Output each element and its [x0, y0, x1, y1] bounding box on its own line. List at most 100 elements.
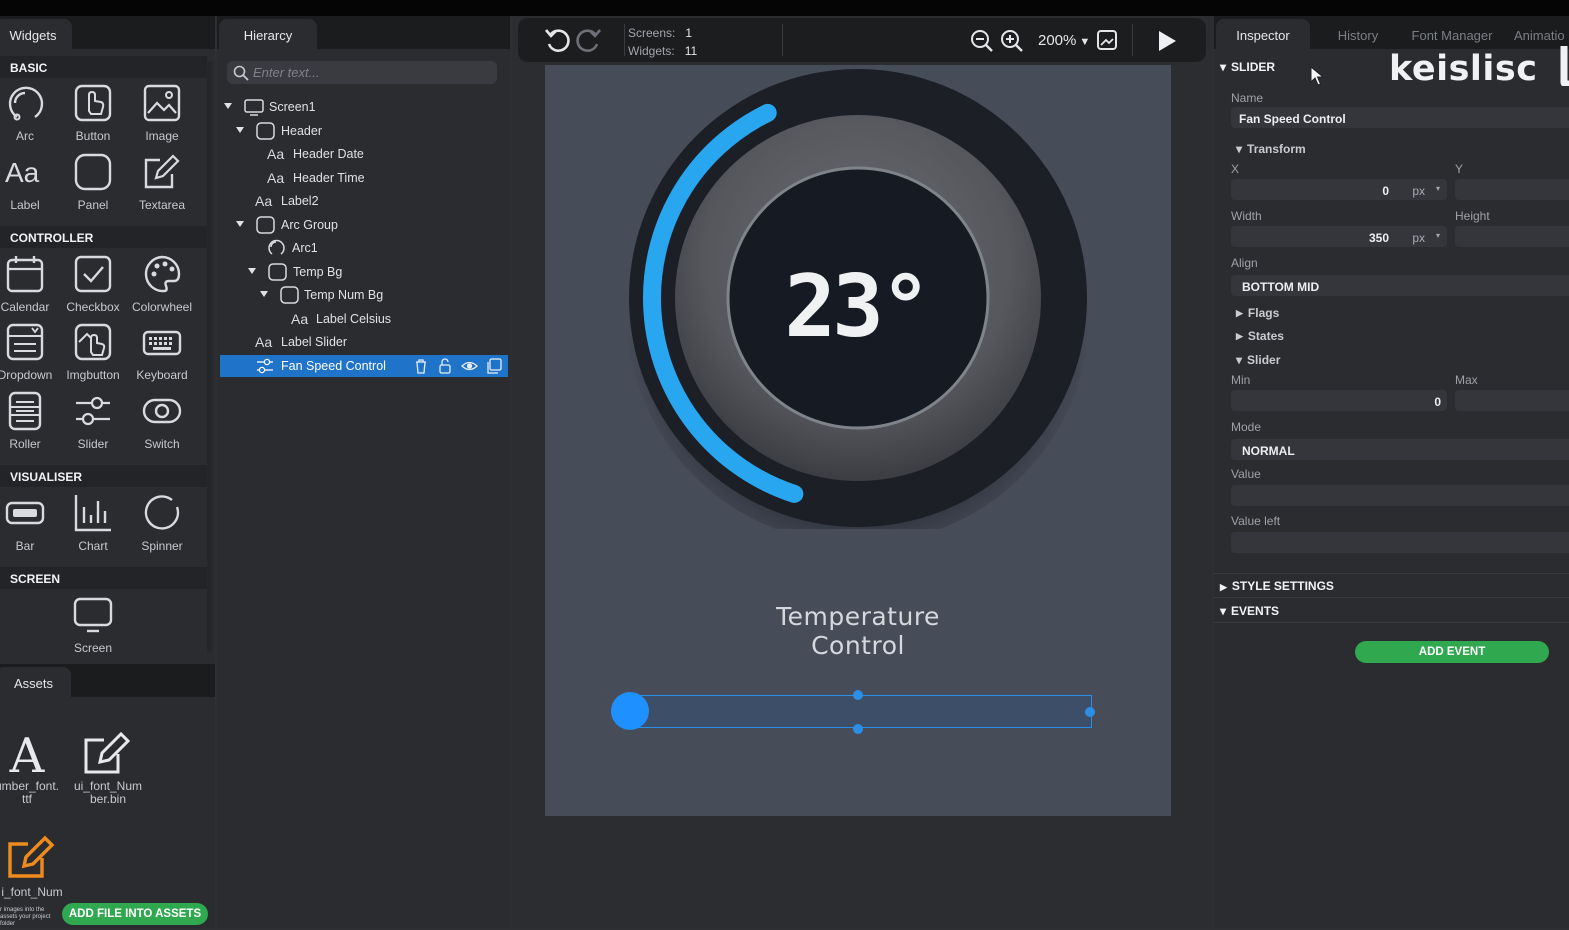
undo-icon[interactable]: [544, 27, 572, 53]
tree-item-screen1[interactable]: Screen1: [220, 96, 508, 118]
eye-icon[interactable]: [461, 358, 478, 374]
add-file-button[interactable]: ADD FILE INTO ASSETS: [62, 903, 208, 925]
svg-text:Aa: Aa: [291, 311, 308, 327]
zoom-out-icon[interactable]: [970, 29, 994, 53]
widget-colorwheel[interactable]: Colorwheel: [129, 254, 195, 314]
widget-label[interactable]: Aa Label: [0, 152, 58, 212]
mode-select[interactable]: NORMAL: [1231, 439, 1569, 460]
unlock-icon[interactable]: [437, 358, 453, 374]
widget-panel[interactable]: Panel: [60, 152, 126, 212]
widget-slider[interactable]: Slider: [60, 391, 126, 451]
resize-handle-bottom[interactable]: [853, 724, 863, 734]
search-input[interactable]: [253, 63, 489, 82]
asset-font-ttf[interactable]: A umber_font. ttf: [0, 728, 67, 806]
chevron-down-icon[interactable]: ▾: [1436, 184, 1440, 193]
tab-assets[interactable]: Assets: [0, 667, 71, 697]
caret-down-icon[interactable]: [223, 101, 233, 111]
play-icon[interactable]: [1156, 29, 1178, 53]
label-slider: Temperature Control: [545, 602, 1171, 660]
min-field[interactable]: 0: [1231, 390, 1447, 411]
caret-down-icon: ▾: [1236, 142, 1243, 156]
widget-image[interactable]: Image: [129, 83, 195, 143]
hierarchy-tabstrip: Hierarcy: [217, 16, 510, 49]
width-value: 350: [1368, 231, 1389, 245]
value-left-field[interactable]: [1231, 532, 1569, 553]
hierarchy-search[interactable]: [227, 61, 497, 84]
height-field[interactable]: [1455, 226, 1569, 247]
tab-widgets[interactable]: Widgets: [0, 19, 72, 49]
tab-history[interactable]: History: [1318, 19, 1398, 49]
tree-item-label-slider[interactable]: Aa Label Slider: [220, 331, 508, 353]
widget-textarea[interactable]: Textarea: [129, 152, 195, 212]
flags-group[interactable]: ▶ Flags: [1236, 306, 1279, 320]
checkbox-icon: [74, 255, 112, 293]
y-field[interactable]: [1455, 179, 1569, 200]
section-events[interactable]: ▾ EVENTS: [1220, 604, 1279, 618]
widget-chart[interactable]: Chart: [60, 493, 126, 553]
section-slider[interactable]: ▾ SLIDER: [1220, 60, 1275, 74]
imgbutton-icon: [74, 323, 112, 361]
chevron-down-icon[interactable]: ▾: [1436, 231, 1440, 240]
caret-down-icon[interactable]: [247, 266, 257, 276]
widget-calendar[interactable]: Calendar: [0, 254, 58, 314]
widget-bar[interactable]: Bar: [0, 493, 58, 553]
trash-icon[interactable]: [413, 358, 429, 374]
max-field[interactable]: [1455, 390, 1569, 411]
widget-roller[interactable]: Roller: [0, 391, 58, 451]
widget-button[interactable]: Button: [60, 83, 126, 143]
duplicate-icon[interactable]: [486, 358, 502, 374]
tree-item-arc1[interactable]: Arc1: [220, 237, 508, 259]
slider-group[interactable]: ▾ Slider: [1236, 353, 1280, 367]
tree-item-label2[interactable]: Aa Label2: [220, 190, 508, 212]
zoom-in-icon[interactable]: [1000, 29, 1024, 53]
widgets-scrollbar[interactable]: [207, 61, 212, 653]
states-group[interactable]: ▶ States: [1236, 329, 1284, 343]
caret-down-icon[interactable]: [235, 219, 245, 229]
tree-item-temp-num-bg[interactable]: Temp Num Bg: [220, 284, 508, 306]
slider-knob[interactable]: [611, 692, 649, 730]
transform-group[interactable]: ▾ Transform: [1236, 142, 1306, 156]
redo-icon[interactable]: [574, 27, 602, 53]
widget-spinner[interactable]: Spinner: [129, 493, 195, 553]
tree-item-fan-speed-control[interactable]: Fan Speed Control: [220, 355, 508, 377]
width-field[interactable]: 350 px ▾: [1231, 226, 1447, 247]
add-event-button[interactable]: ADD EVENT: [1355, 641, 1549, 663]
caret-down-icon[interactable]: [259, 289, 269, 299]
widget-arc[interactable]: Arc: [0, 83, 58, 143]
resize-handle-top[interactable]: [853, 690, 863, 700]
x-unit[interactable]: px: [1412, 184, 1425, 198]
widget-keyboard[interactable]: Keyboard: [129, 322, 195, 382]
resize-handle-right[interactable]: [1085, 707, 1095, 717]
tree-item-header-date[interactable]: Aa Header Date: [220, 143, 508, 165]
asset-font-bin-name2: ber.bin: [89, 792, 127, 806]
edit-file-orange-icon: [8, 835, 55, 878]
widget-screen[interactable]: Screen: [60, 595, 126, 655]
tab-hierarchy[interactable]: Hierarcy: [219, 19, 317, 49]
fit-screen-icon[interactable]: [1096, 29, 1118, 51]
widget-switch[interactable]: Switch: [129, 391, 195, 451]
caret-down-icon[interactable]: [235, 125, 245, 135]
section-basic: BASIC: [0, 56, 207, 78]
widget-imgbutton[interactable]: Imgbutton: [60, 322, 126, 382]
tree-item-header[interactable]: Header: [220, 120, 508, 142]
widget-dropdown[interactable]: Dropdown: [0, 322, 58, 382]
tab-inspector[interactable]: Inspector: [1216, 19, 1310, 49]
width-unit[interactable]: px: [1412, 231, 1425, 245]
arc-group[interactable]: 23°: [627, 67, 1089, 529]
align-select[interactable]: BOTTOM MID: [1231, 275, 1569, 296]
tree-item-temp-bg[interactable]: Temp Bg: [220, 261, 508, 283]
widget-screen-label: Screen: [73, 641, 113, 655]
asset-font-selected[interactable]: i_font_Num: [0, 832, 72, 899]
fan-speed-slider[interactable]: [638, 695, 1092, 728]
widget-checkbox[interactable]: Checkbox: [60, 254, 126, 314]
device-screen[interactable]: 23° Temperature Control: [545, 65, 1171, 816]
tree-item-label-celsius[interactable]: Aa Label Celsius: [220, 308, 508, 330]
tree-item-arc-group[interactable]: Arc Group: [220, 214, 508, 236]
section-style-settings[interactable]: ▶ STYLE SETTINGS: [1220, 579, 1334, 593]
asset-font-bin[interactable]: ui_font_Num ber.bin: [68, 728, 148, 806]
zoom-select[interactable]: 200% ▼: [1038, 32, 1090, 49]
name-field[interactable]: Fan Speed Control: [1231, 107, 1569, 128]
x-field[interactable]: 0 px ▾: [1231, 179, 1447, 200]
tree-item-header-time[interactable]: Aa Header Time: [220, 167, 508, 189]
value-field[interactable]: [1231, 485, 1569, 506]
